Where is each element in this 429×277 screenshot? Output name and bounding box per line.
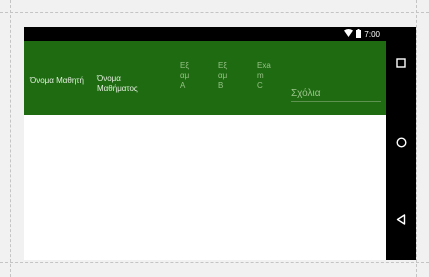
table-header-bar: Όνομα Μαθητή Όνομα Μαθήματος Εξ αμ Α Εξ … <box>24 41 386 115</box>
header-exam-c: Exa m C <box>257 61 271 90</box>
table-body <box>24 115 386 260</box>
square-icon <box>396 55 406 73</box>
layout-guide-bottom <box>0 262 429 263</box>
layout-guide-top <box>0 12 429 13</box>
wifi-icon <box>344 29 354 39</box>
battery-icon <box>356 28 362 40</box>
back-button[interactable] <box>386 208 416 234</box>
header-exam-b: Εξ αμ Β <box>218 61 228 90</box>
device-screen: 7:00 Όνομα Μαθητή Όνομα Μαθήματος Εξ αμ … <box>24 27 416 260</box>
navigation-bar <box>386 27 416 260</box>
circle-icon <box>395 135 407 153</box>
recent-apps-button[interactable] <box>386 51 416 77</box>
status-bar: 7:00 <box>24 27 386 41</box>
home-button[interactable] <box>386 131 416 157</box>
layout-guide-left <box>10 0 11 277</box>
notes-input[interactable]: Σχόλια <box>291 87 381 102</box>
layout-guide-right <box>416 0 417 277</box>
header-student-name: Όνομα Μαθητή <box>30 76 84 85</box>
back-triangle-icon <box>396 212 406 230</box>
header-course-name: Όνομα Μαθήματος <box>97 74 138 93</box>
status-time: 7:00 <box>364 29 380 39</box>
header-exam-a: Εξ αμ Α <box>180 61 190 90</box>
